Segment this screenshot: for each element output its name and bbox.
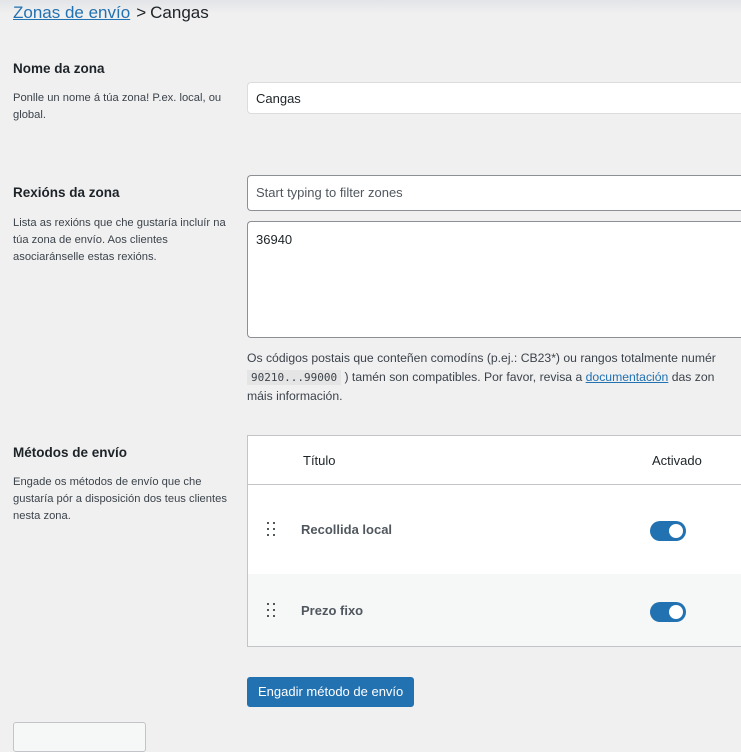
help-line-1: Os códigos postais que conteñen comodíns… [247,351,716,365]
method-name[interactable]: Recollida local [301,522,392,537]
method-enabled-toggle[interactable] [650,602,686,622]
drag-handle-icon[interactable] [267,603,277,619]
help-line-2-text: ) tamén son compatibles. Por favor, revi… [344,369,583,384]
column-enabled: Activado [652,453,702,468]
shipping-methods-label: Métodos de envío [13,445,128,460]
add-shipping-method-button[interactable]: Engadir método de envío [247,677,415,707]
postcodes-help-text: Os códigos postais que conteñen comodíns… [247,349,741,406]
breadcrumb: Zonas de envío > Cangas [13,2,209,24]
method-name[interactable]: Prezo fixo [301,603,363,618]
breadcrumb-separator: > [136,3,147,22]
method-enabled-toggle[interactable] [650,521,686,541]
zone-regions-description: Lista as rexións que che gustaría incluí… [13,217,226,263]
secondary-button[interactable] [13,722,146,752]
help-line-2-end: das zon [671,369,715,384]
help-line-3: máis información. [247,389,343,403]
postcodes-textarea[interactable]: 36940 [247,221,741,338]
zone-filter-input[interactable]: Start typing to filter zones [247,175,741,211]
zone-name-label: Nome da zona [13,61,105,76]
documentation-link[interactable]: documentación [586,370,669,384]
shipping-methods-table: Título Activado Recollida local Prezo fi… [247,435,741,647]
zone-name-description: Ponlle un nome á túa zona! P.ex. local, … [13,92,222,121]
table-header: Título Activado [248,436,741,485]
help-code-range: 90210...99000 [247,369,342,385]
table-row: Recollida local [248,485,741,574]
drag-handle-icon[interactable] [267,522,277,538]
breadcrumb-current: Cangas [150,3,209,22]
breadcrumb-link-shipping-zones[interactable]: Zonas de envío [13,3,130,22]
shipping-methods-description: Engade os métodos de envío que che gusta… [13,476,227,522]
column-title: Título [303,453,336,468]
zone-regions-label: Rexións da zona [13,185,120,200]
zone-name-input[interactable]: Cangas [247,82,741,114]
help-line-2: 90210...99000 ) tamén son compatibles. P… [247,368,741,388]
table-row: Prezo fixo [248,574,741,646]
